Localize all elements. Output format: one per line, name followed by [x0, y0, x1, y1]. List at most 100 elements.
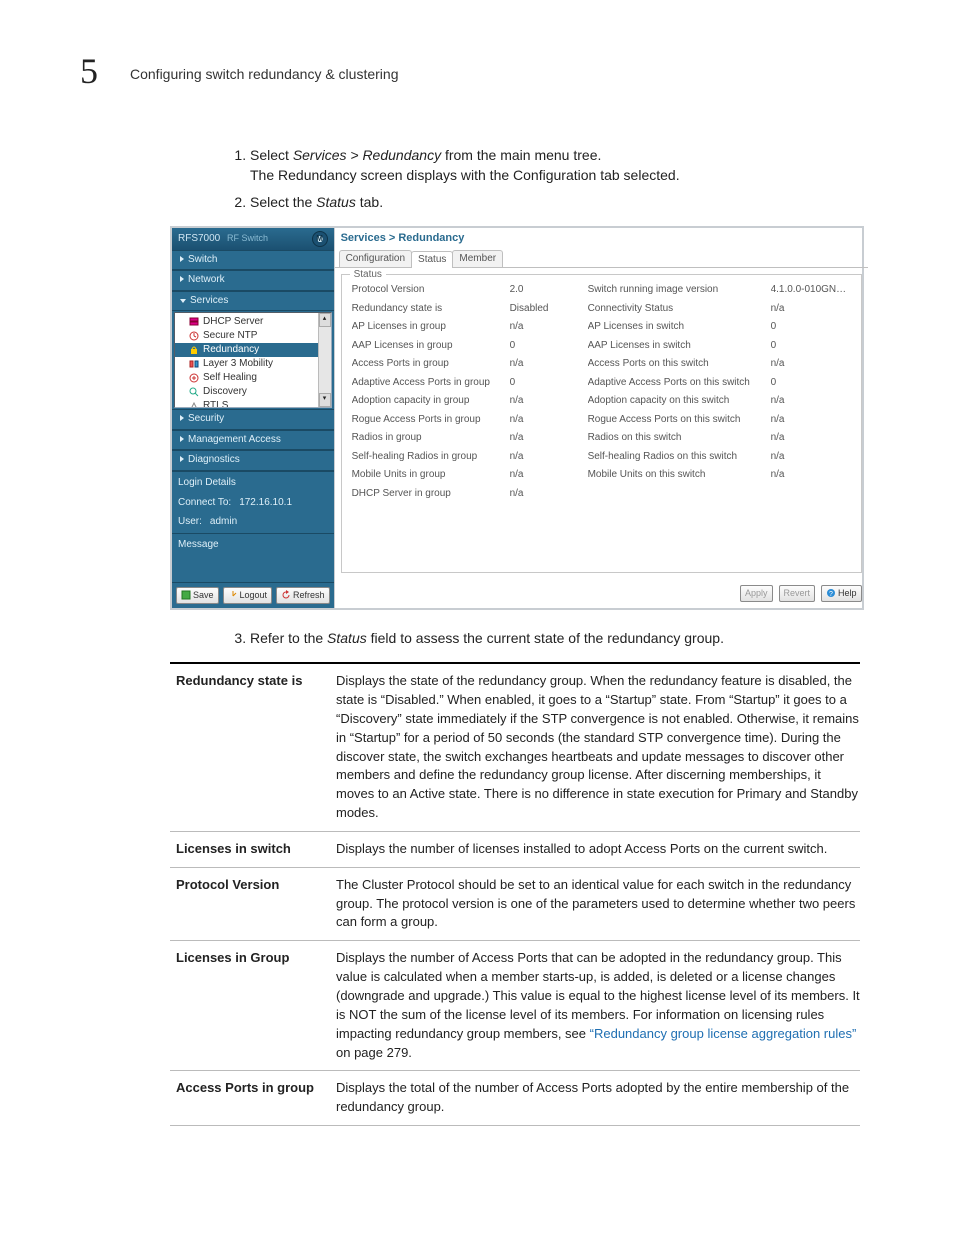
- services-tree: DHCP Server Secure NTP Redundancy Layer …: [174, 312, 332, 408]
- status-cell: n/a: [771, 302, 851, 317]
- nav-item-management[interactable]: Management Access: [172, 430, 334, 451]
- tree-item-ntp[interactable]: Secure NTP: [175, 329, 331, 343]
- definition-desc: Displays the total of the number of Acce…: [336, 1079, 860, 1117]
- tree-scrollbar[interactable]: ▴▾: [318, 313, 331, 407]
- nav-item-network[interactable]: Network: [172, 270, 334, 291]
- device-type: RF Switch: [227, 233, 268, 243]
- status-cell: Radios on this switch: [588, 431, 763, 446]
- logout-button[interactable]: Logout: [223, 587, 273, 604]
- nav-item-security[interactable]: Security: [172, 409, 334, 430]
- step-3-post: field to assess the current state of the…: [367, 630, 724, 646]
- status-cell: 4.1.0.0-010GNDR: [771, 283, 851, 298]
- status-cell: n/a: [510, 320, 580, 335]
- sidebar-buttons: Save Logout Refresh: [172, 582, 334, 608]
- step-3: Refer to the Status field to assess the …: [250, 628, 864, 648]
- status-cell: 2.0: [510, 283, 580, 298]
- device-model: RFS7000: [178, 233, 220, 244]
- server-icon: [189, 317, 199, 327]
- tree-item-rtls[interactable]: RTLS: [175, 399, 331, 408]
- status-cell: Mobile Units in group: [352, 468, 502, 483]
- definition-row: Redundancy state isDisplays the state of…: [170, 664, 860, 832]
- status-cell: Redundancy state is: [352, 302, 502, 317]
- status-cell: 0: [510, 376, 580, 391]
- nav-item-services[interactable]: Services: [172, 291, 334, 312]
- help-icon: ?: [826, 588, 836, 598]
- refresh-icon: [281, 590, 291, 600]
- save-button[interactable]: Save: [176, 587, 219, 604]
- cross-ref-link[interactable]: “Redundancy group license aggregation ru…: [590, 1026, 857, 1041]
- rtls-icon: [189, 401, 199, 408]
- status-cell: Radios in group: [352, 431, 502, 446]
- tree-item-dhcp[interactable]: DHCP Server: [175, 315, 331, 329]
- tree-item-selfhealing[interactable]: Self Healing: [175, 371, 331, 385]
- status-cell: AAP Licenses in group: [352, 339, 502, 354]
- status-cell: n/a: [771, 394, 851, 409]
- status-grid: Protocol Version 2.0 Switch running image …: [352, 283, 851, 501]
- chapter-number: 5: [80, 50, 98, 92]
- status-cell: Adaptive Access Ports in group: [352, 376, 502, 391]
- login-details: Login Details Connect To:172.16.10.1 Use…: [172, 471, 334, 534]
- scroll-up-icon[interactable]: ▴: [319, 313, 331, 327]
- status-cell: DHCP Server in group: [352, 487, 502, 502]
- definition-row: Licenses in GroupDisplays the number of …: [170, 941, 860, 1071]
- definition-term: Access Ports in group: [170, 1079, 336, 1117]
- status-cell: n/a: [510, 394, 580, 409]
- svg-text:?: ?: [829, 591, 833, 598]
- step-1-emph: Services > Redundancy: [293, 147, 441, 163]
- definition-row: Licenses in switchDisplays the number of…: [170, 832, 860, 868]
- status-cell: Protocol Version: [352, 283, 502, 298]
- status-cell: [771, 487, 851, 502]
- status-cell: Rogue Access Ports in group: [352, 413, 502, 428]
- chevron-down-icon: [180, 299, 186, 303]
- help-button[interactable]: ?Help: [821, 585, 862, 602]
- status-cell: n/a: [510, 413, 580, 428]
- step-3-emph: Status: [327, 630, 367, 646]
- tab-status[interactable]: Status: [411, 251, 453, 269]
- definition-term: Protocol Version: [170, 876, 336, 933]
- user-value: admin: [210, 515, 237, 530]
- discovery-icon: [189, 387, 199, 397]
- status-cell: Switch running image version: [588, 283, 763, 298]
- status-cell: Self-healing Radios in group: [352, 450, 502, 465]
- main-panel: Services > Redundancy Configuration Stat…: [335, 228, 868, 608]
- step-1: Select Services > Redundancy from the ma…: [250, 145, 864, 186]
- status-cell: n/a: [771, 357, 851, 372]
- connect-value: 172.16.10.1: [239, 496, 292, 511]
- definition-desc: Displays the state of the redundancy gro…: [336, 672, 860, 823]
- status-cell: Connectivity Status: [588, 302, 763, 317]
- chevron-right-icon: [180, 256, 184, 262]
- app-screenshot: RFS7000 RF Switch M Switch Network Servi…: [170, 226, 864, 610]
- connect-label: Connect To:: [178, 496, 231, 511]
- scroll-down-icon[interactable]: ▾: [319, 393, 331, 407]
- tree-item-redundancy[interactable]: Redundancy: [175, 343, 331, 357]
- tab-configuration[interactable]: Configuration: [339, 250, 412, 268]
- status-cell: n/a: [771, 413, 851, 428]
- tree-item-discovery[interactable]: Discovery: [175, 385, 331, 399]
- breadcrumb: Services > Redundancy: [335, 228, 868, 250]
- step-2: Select the Status tab.: [250, 192, 864, 212]
- nav-item-switch[interactable]: Switch: [172, 250, 334, 271]
- tab-row: Configuration Status Member: [335, 250, 868, 269]
- step-1-pre: Select: [250, 147, 293, 163]
- chevron-right-icon: [180, 436, 184, 442]
- mobility-icon: [189, 359, 199, 369]
- login-title: Login Details: [178, 476, 328, 491]
- tree-item-l3mobility[interactable]: Layer 3 Mobility: [175, 357, 331, 371]
- apply-button[interactable]: Apply: [740, 585, 773, 602]
- status-cell: 0: [510, 339, 580, 354]
- status-cell: n/a: [510, 487, 580, 502]
- status-cell: Mobile Units on this switch: [588, 468, 763, 483]
- status-cell: Rogue Access Ports on this switch: [588, 413, 763, 428]
- status-cell: Adoption capacity on this switch: [588, 394, 763, 409]
- chevron-right-icon: [180, 415, 184, 421]
- chapter-title: Configuring switch redundancy & clusteri…: [130, 66, 398, 82]
- status-cell: 0: [771, 320, 851, 335]
- tab-member[interactable]: Member: [452, 250, 503, 268]
- revert-button[interactable]: Revert: [779, 585, 816, 602]
- nav-item-diagnostics[interactable]: Diagnostics: [172, 450, 334, 471]
- refresh-button[interactable]: Refresh: [276, 587, 330, 604]
- step-3-pre: Refer to the: [250, 630, 327, 646]
- step-2-pre: Select the: [250, 194, 316, 210]
- status-legend: Status: [350, 268, 386, 283]
- definition-table: Redundancy state isDisplays the state of…: [170, 662, 860, 1126]
